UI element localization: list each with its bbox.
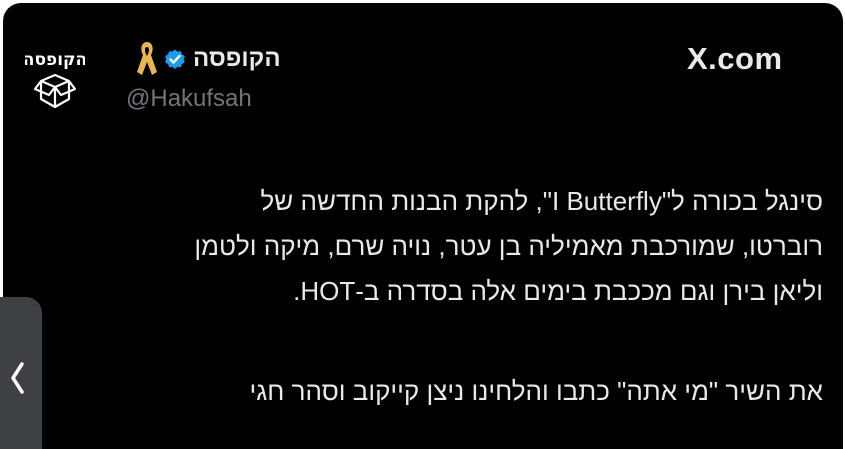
- x-com-label: X.com: [687, 41, 783, 76]
- previous-nav-tab[interactable]: [0, 297, 42, 449]
- chevron-left-icon: [11, 362, 24, 394]
- box-logo-icon: הקופסה: [23, 50, 87, 109]
- tweet-line: סינגל בכורה ל"I Butterfly", להקת הבנות ה…: [260, 186, 823, 216]
- verified-badge-icon: [165, 49, 185, 69]
- tweet-line: וליאן בירן וגם מככבת בימים אלה בסדרה ב-H…: [293, 276, 823, 306]
- tweet-line: את השיר "מי אתה" כתבו והלחינו ניצן קייקו…: [249, 376, 823, 406]
- tweet-paragraph-2: את השיר "מי אתה" כתבו והלחינו ניצן קייקו…: [93, 369, 823, 414]
- avatar-logo-text: הקופסה: [25, 50, 85, 70]
- tweet-line: רוברטו, שמורכבת מאמיליה בן עטר, נויה שרם…: [194, 231, 823, 261]
- display-name[interactable]: הקופסה: [193, 45, 281, 73]
- avatar[interactable]: הקופסה: [23, 45, 87, 113]
- author-row[interactable]: הקופסה: [163, 45, 281, 73]
- tweet-card: הקופסה הקופסה @Hakufsah X.com סינגל בכור…: [3, 3, 843, 449]
- tweet-paragraph-1: סינגל בכורה ל"I Butterfly", להקת הבנות ה…: [93, 179, 823, 314]
- yellow-ribbon-icon: [137, 42, 157, 75]
- user-handle[interactable]: @Hakufsah: [126, 85, 252, 113]
